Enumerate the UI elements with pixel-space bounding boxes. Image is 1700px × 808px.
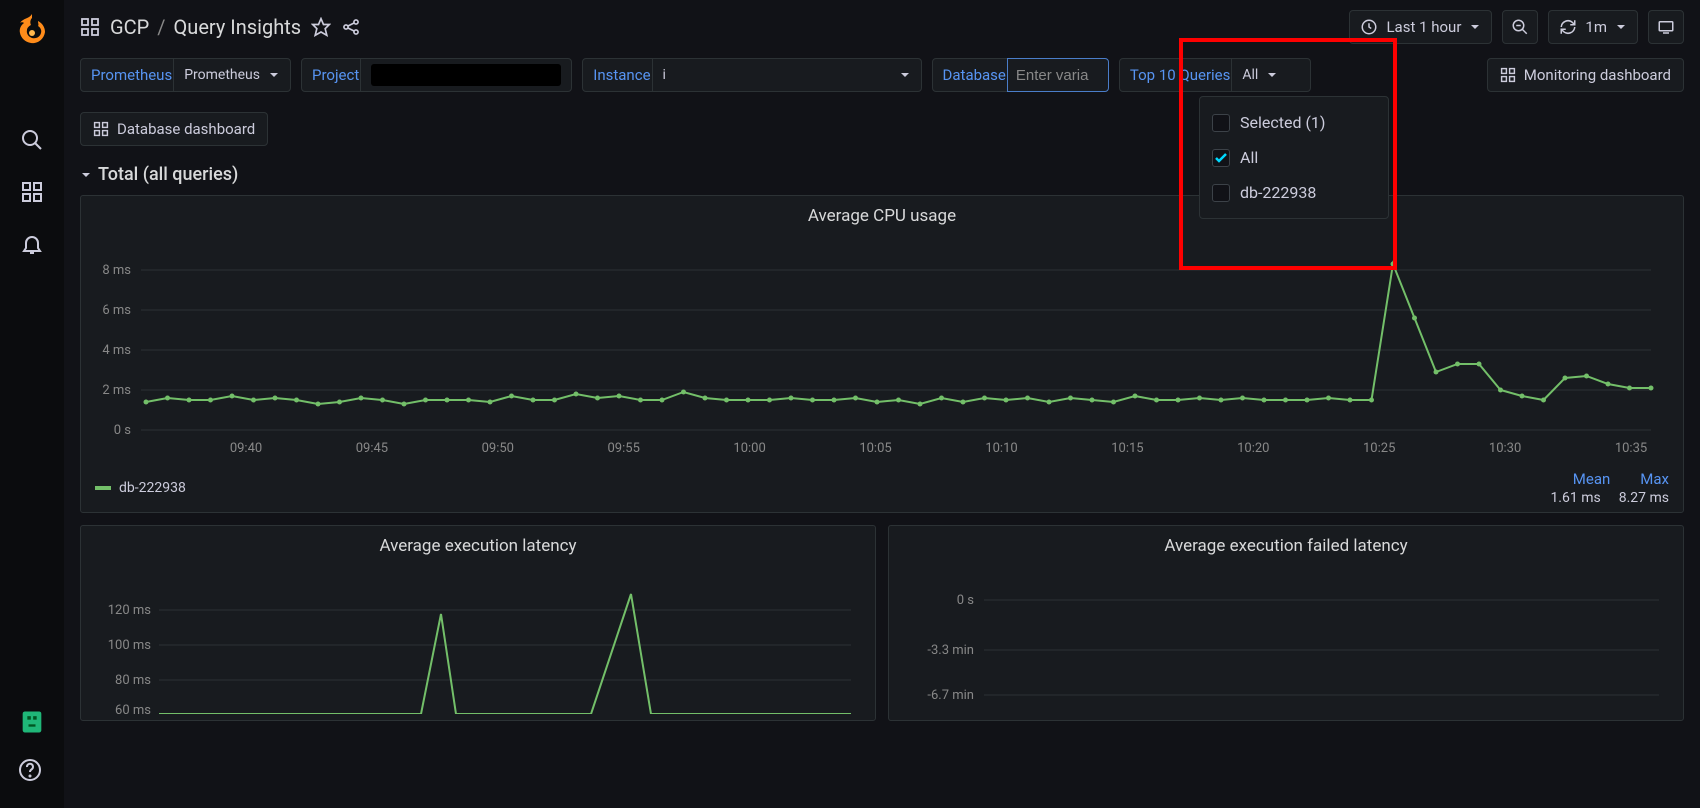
share-icon[interactable]	[341, 17, 361, 37]
svg-text:09:55: 09:55	[608, 441, 640, 456]
legend-stat-head-max[interactable]: Max	[1640, 470, 1669, 488]
timepicker-label: Last 1 hour	[1386, 18, 1461, 36]
svg-text:10:25: 10:25	[1363, 441, 1395, 456]
cpu-chart-svg: 8 ms 6 ms 4 ms 2 ms 0 s	[91, 234, 1661, 464]
panel-title: Average execution latency	[91, 536, 865, 556]
svg-text:6 ms: 6 ms	[102, 303, 131, 318]
zoom-out-button[interactable]	[1502, 10, 1538, 44]
svg-text:80 ms: 80 ms	[115, 673, 151, 688]
variable-bar: Prometheus Prometheus Project Instance i…	[64, 54, 1700, 154]
svg-text:-6.7 min: -6.7 min	[927, 688, 974, 703]
svg-text:10:15: 10:15	[1111, 441, 1143, 456]
svg-text:10:10: 10:10	[985, 441, 1017, 456]
content: Total (all queries) Average CPU usage 8 …	[64, 154, 1700, 808]
var-prometheus-select[interactable]: Prometheus	[173, 58, 291, 92]
legend-stat-max: 8.27 ms	[1619, 490, 1669, 506]
row-total-all-queries[interactable]: Total (all queries)	[80, 154, 1684, 195]
svg-text:2 ms: 2 ms	[102, 383, 131, 398]
var-top10-select[interactable]: All	[1231, 58, 1311, 92]
panel-title: Average execution failed latency	[899, 536, 1673, 556]
panel-avg-exec-latency[interactable]: Average execution latency 120 ms 100 ms …	[80, 525, 876, 721]
var-project-select[interactable]	[360, 58, 572, 92]
breadcrumb-sep: /	[157, 15, 165, 39]
monitoring-dashboard-link[interactable]: Monitoring dashboard	[1487, 58, 1684, 92]
svg-text:60 ms: 60 ms	[115, 703, 151, 714]
panel-legend: db-222938 Mean Max 1.61 ms 8.27 ms	[91, 464, 1673, 506]
checkbox-checked-icon[interactable]	[1212, 149, 1230, 167]
var-instance-select[interactable]: i	[652, 58, 922, 92]
svg-text:8 ms: 8 ms	[102, 263, 131, 278]
star-icon[interactable]	[311, 17, 331, 37]
sidebar-nav	[0, 0, 64, 808]
panel-title: Average CPU usage	[91, 206, 1673, 226]
svg-text:10:00: 10:00	[733, 441, 765, 456]
svg-text:0 s: 0 s	[114, 423, 132, 438]
help-icon[interactable]	[18, 758, 46, 786]
breadcrumb-page[interactable]: Query Insights	[174, 15, 302, 39]
checkbox-icon[interactable]	[1212, 184, 1230, 202]
chart-area: 8 ms 6 ms 4 ms 2 ms 0 s	[91, 234, 1673, 464]
svg-text:10:35: 10:35	[1615, 441, 1647, 456]
dropdown-item-db-222938[interactable]: db-222938	[1200, 175, 1388, 210]
svg-text:4 ms: 4 ms	[102, 343, 131, 358]
breadcrumb: GCP / Query Insights	[110, 15, 301, 39]
svg-text:120 ms: 120 ms	[108, 603, 152, 618]
legend-series-name[interactable]: db-222938	[119, 480, 186, 496]
svg-text:09:45: 09:45	[356, 441, 388, 456]
latency-chart-svg: 120 ms 100 ms 80 ms 60 ms	[91, 564, 861, 714]
var-database-label: Database	[932, 58, 1017, 92]
var-project-value-redacted	[371, 64, 561, 86]
svg-text:09:40: 09:40	[230, 441, 262, 456]
var-top10-label: Top 10 Queries	[1119, 58, 1241, 92]
timepicker[interactable]: Last 1 hour	[1349, 10, 1492, 44]
dashboards-grid-icon[interactable]	[80, 17, 100, 37]
refresh-interval-label: 1m	[1585, 18, 1607, 36]
refresh-button[interactable]: 1m	[1548, 10, 1638, 44]
checkbox-icon[interactable]	[1212, 114, 1230, 132]
svg-text:10:05: 10:05	[859, 441, 891, 456]
database-dashboard-link[interactable]: Database dashboard	[80, 112, 268, 146]
var-database-input[interactable]	[1007, 58, 1109, 92]
svg-text:100 ms: 100 ms	[108, 638, 152, 653]
panel-avg-exec-failed-latency[interactable]: Average execution failed latency 0 s -3.…	[888, 525, 1684, 721]
legend-stat-mean: 1.61 ms	[1550, 490, 1600, 506]
svg-text:-3.3 min: -3.3 min	[927, 643, 974, 658]
dropdown-selected-summary[interactable]: Selected (1)	[1200, 105, 1388, 140]
breadcrumb-folder[interactable]: GCP	[110, 15, 149, 39]
svg-text:09:50: 09:50	[482, 441, 514, 456]
cycle-view-icon[interactable]	[1648, 10, 1684, 44]
legend-stat-head-mean[interactable]: Mean	[1573, 470, 1611, 488]
svg-text:10:20: 10:20	[1237, 441, 1269, 456]
alerting-icon[interactable]	[20, 232, 44, 256]
grafana-logo[interactable]	[14, 12, 50, 48]
dropdown-item-all[interactable]: All	[1200, 140, 1388, 175]
failed-latency-chart-svg: 0 s -3.3 min -6.7 min	[899, 564, 1669, 714]
main: GCP / Query Insights Last 1 hour 1m	[64, 0, 1700, 808]
panel-avg-cpu[interactable]: Average CPU usage 8 ms 6 ms 4 ms 2 ms 0 …	[80, 195, 1684, 513]
dashboards-icon[interactable]	[20, 180, 44, 204]
var-instance-label: Instance	[582, 58, 661, 92]
var-prometheus-label: Prometheus	[80, 58, 183, 92]
topbar: GCP / Query Insights Last 1 hour 1m	[64, 0, 1700, 54]
svg-text:0 s: 0 s	[957, 593, 975, 608]
chevron-down-icon	[80, 169, 92, 181]
profile-icon[interactable]	[18, 708, 46, 736]
legend-swatch	[95, 486, 111, 490]
svg-text:10:30: 10:30	[1489, 441, 1521, 456]
database-dropdown: Selected (1) All db-222938	[1199, 96, 1389, 219]
search-icon[interactable]	[20, 128, 44, 152]
